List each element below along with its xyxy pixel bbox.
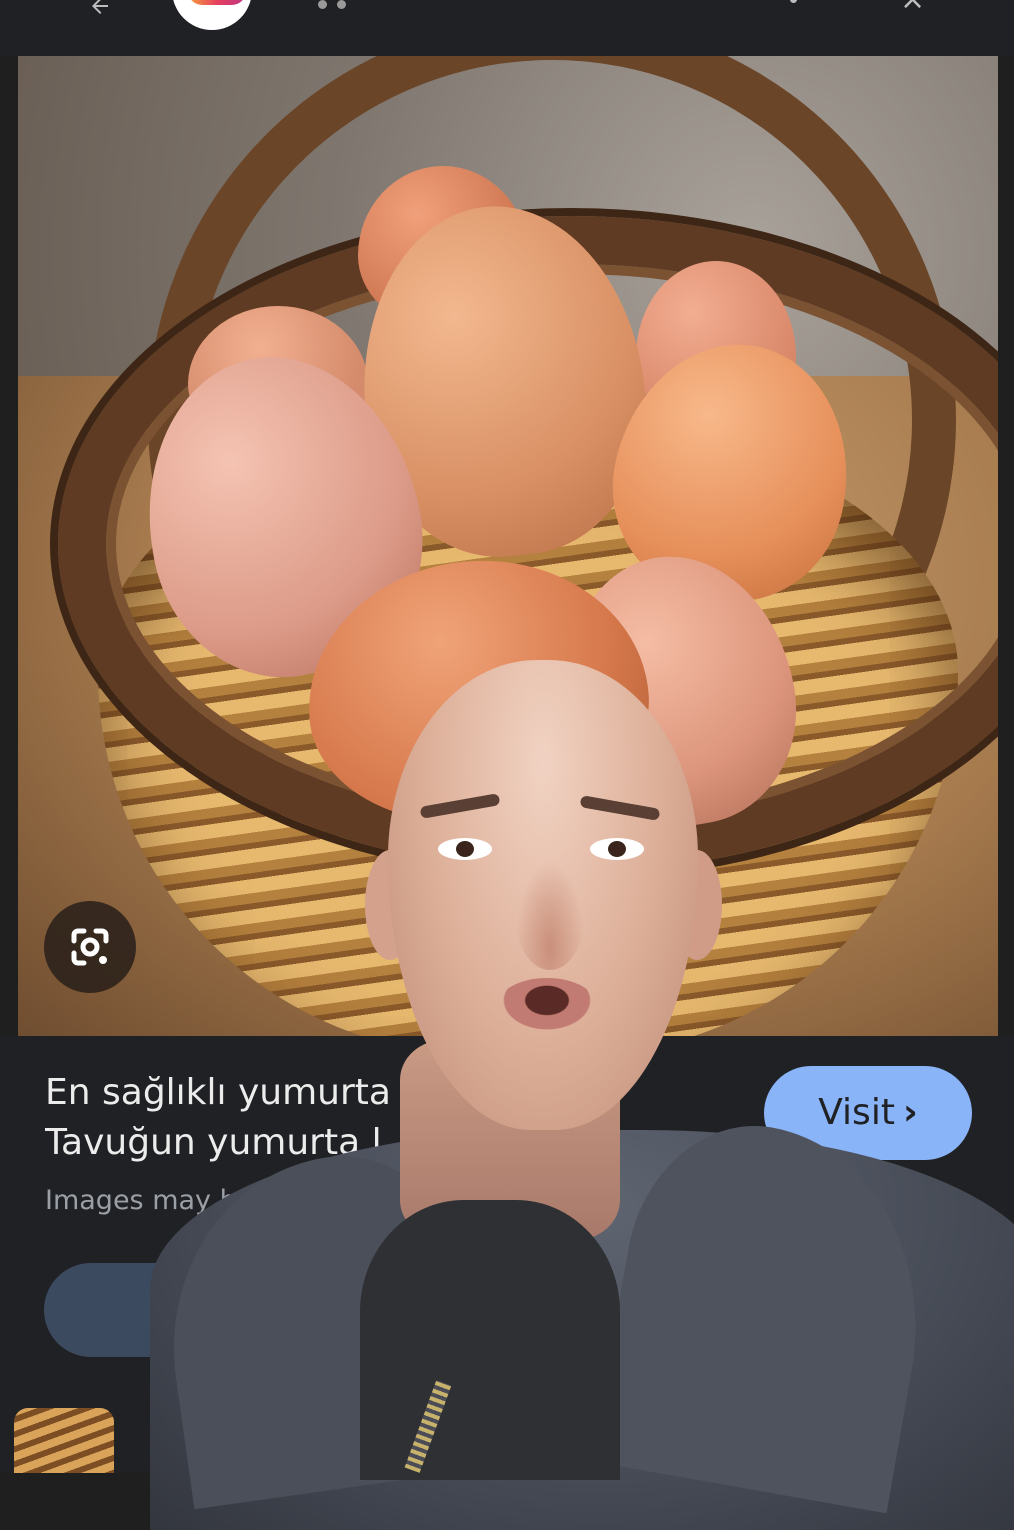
presenter-nose [515, 860, 585, 970]
more-vert-icon[interactable] [790, 0, 802, 10]
presenter-mouth [497, 978, 597, 1034]
close-icon[interactable]: × [900, 0, 936, 15]
instagram-logo-icon [172, 0, 252, 30]
presenter-overlay [60, 660, 1014, 1530]
presenter-shirt [360, 1200, 620, 1480]
presenter-eye [590, 838, 644, 860]
top-app-bar: × [0, 0, 1014, 56]
presenter-eye [438, 838, 492, 860]
source-title-stub [318, 0, 418, 9]
back-arrow-icon[interactable] [88, 0, 112, 18]
